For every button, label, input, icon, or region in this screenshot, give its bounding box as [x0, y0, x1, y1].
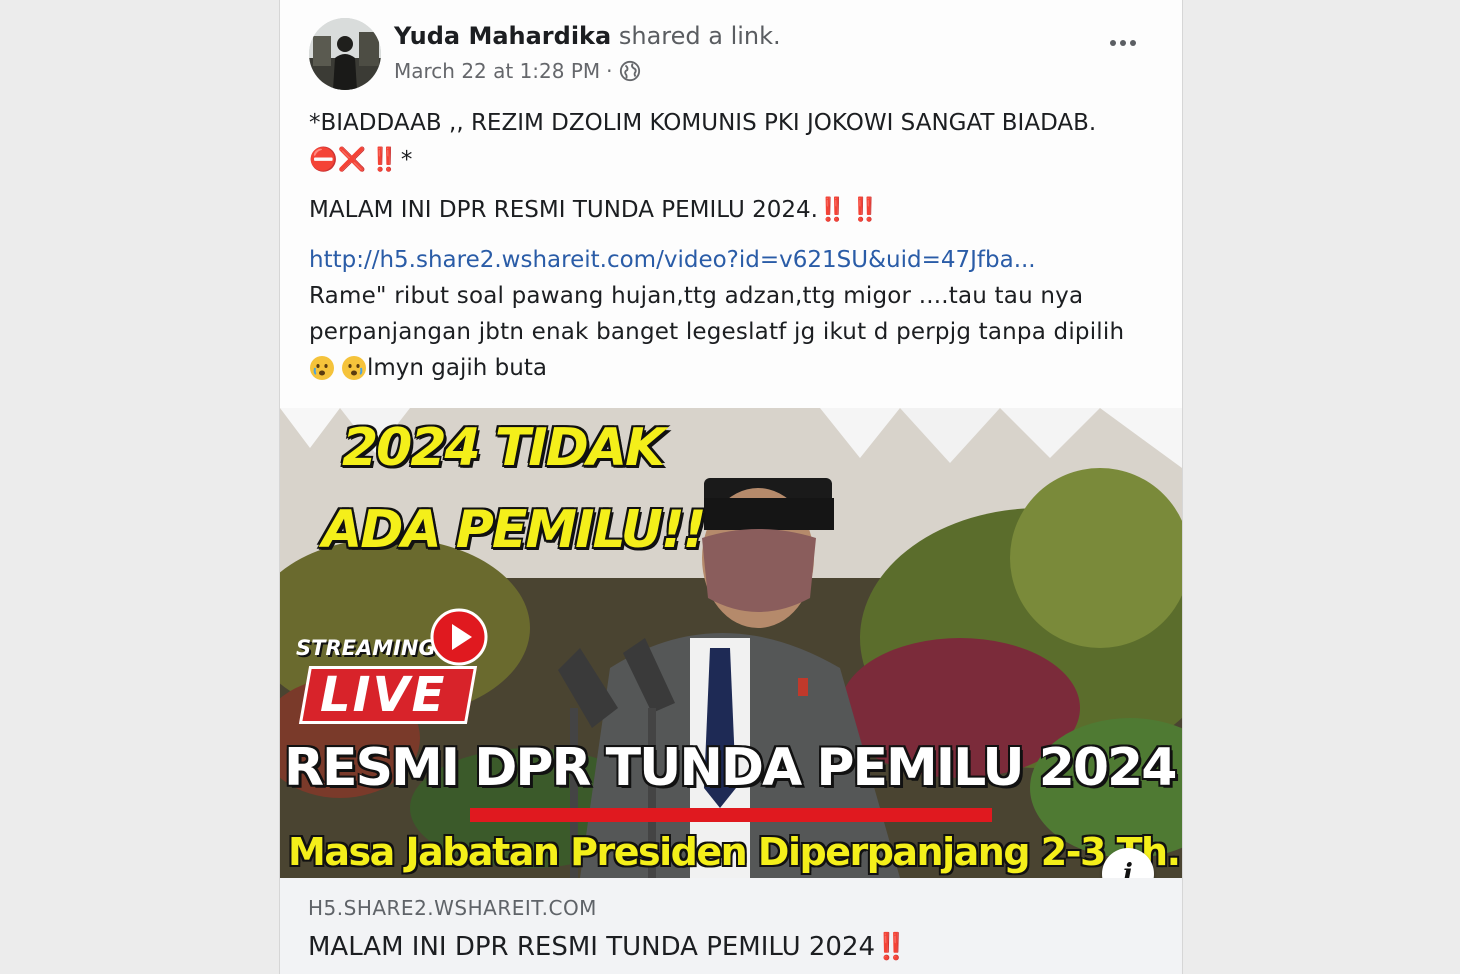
play-icon [430, 608, 488, 666]
post-text-line-1: *BIADDAAB ,, REZIM DZOLIM KOMUNIS PKI JO… [309, 110, 1097, 136]
post-timestamp[interactable]: March 22 at 1:28 PM [394, 59, 600, 83]
headline-underline-bar [470, 808, 992, 822]
post-text-line-3: MALAM INI DPR RESMI TUNDA PEMILU 2024.‼️… [309, 196, 879, 223]
author-avatar[interactable] [309, 18, 381, 90]
crying-face-emoji [342, 356, 366, 380]
thumbnail-subline: Masa Jabatan Presiden Diperpanjang 2-3 T… [288, 830, 1181, 874]
post-text-line-7: lmyn gajih buta [309, 355, 547, 381]
double-exclamation-emoji: ‼️ [370, 147, 399, 173]
no-entry-cross-emoji: ⛔❌ [309, 147, 367, 173]
post-text-line-3-text: MALAM INI DPR RESMI TUNDA PEMILU 2024. [309, 197, 818, 223]
post-text-line-2: ⛔❌ ‼️ * [309, 146, 413, 174]
author-name[interactable]: Yuda Mahardika [394, 22, 611, 50]
post-shared-url[interactable]: http://h5.share2.wshareit.com/video?id=v… [309, 247, 1036, 273]
double-exclamation-emoji: ‼️ [875, 932, 907, 962]
link-preview-domain: H5.SHARE2.WSHAREIT.COM [308, 896, 597, 920]
post-action-text: shared a link. [618, 22, 781, 50]
link-preview[interactable]: H5.SHARE2.WSHAREIT.COM MALAM INI DPR RES… [280, 878, 1182, 974]
post-header-line: Yuda Mahardika shared a link. [394, 22, 781, 50]
thumbnail-headline-top-2: ADA PEMILU!! [322, 500, 706, 560]
streaming-label: STREAMING [296, 636, 436, 660]
more-options-icon[interactable] [1110, 40, 1136, 46]
thumbnail-headline-top-1: 2024 TIDAK [342, 418, 665, 478]
double-exclamation-emoji: ‼️ ‼️ [817, 197, 879, 223]
post-text-line-7-text: lmyn gajih buta [367, 355, 547, 381]
video-thumbnail[interactable]: 2024 TIDAK ADA PEMILU!! STREAMING LIVE R… [280, 408, 1182, 878]
facebook-post-card: Yuda Mahardika shared a link. March 22 a… [279, 0, 1183, 974]
post-text-asterisk: * [400, 146, 413, 173]
link-preview-title-text: MALAM INI DPR RESMI TUNDA PEMILU 2024 [308, 932, 876, 962]
post-text-line-6: perpanjangan jbtn enak banget legeslatf … [309, 319, 1125, 345]
link-preview-title: MALAM INI DPR RESMI TUNDA PEMILU 2024‼️ [308, 932, 907, 962]
crying-face-emoji [310, 356, 334, 380]
meta-separator: · [606, 59, 613, 83]
live-badge-text: LIVE [320, 667, 447, 723]
post-meta: March 22 at 1:28 PM · [394, 59, 641, 83]
post-text-line-5: Rame" ribut soal pawang hujan,ttg adzan,… [309, 283, 1084, 309]
globe-icon[interactable] [619, 60, 641, 82]
thumbnail-headline-main: RESMI DPR TUNDA PEMILU 2024 [284, 738, 1177, 798]
